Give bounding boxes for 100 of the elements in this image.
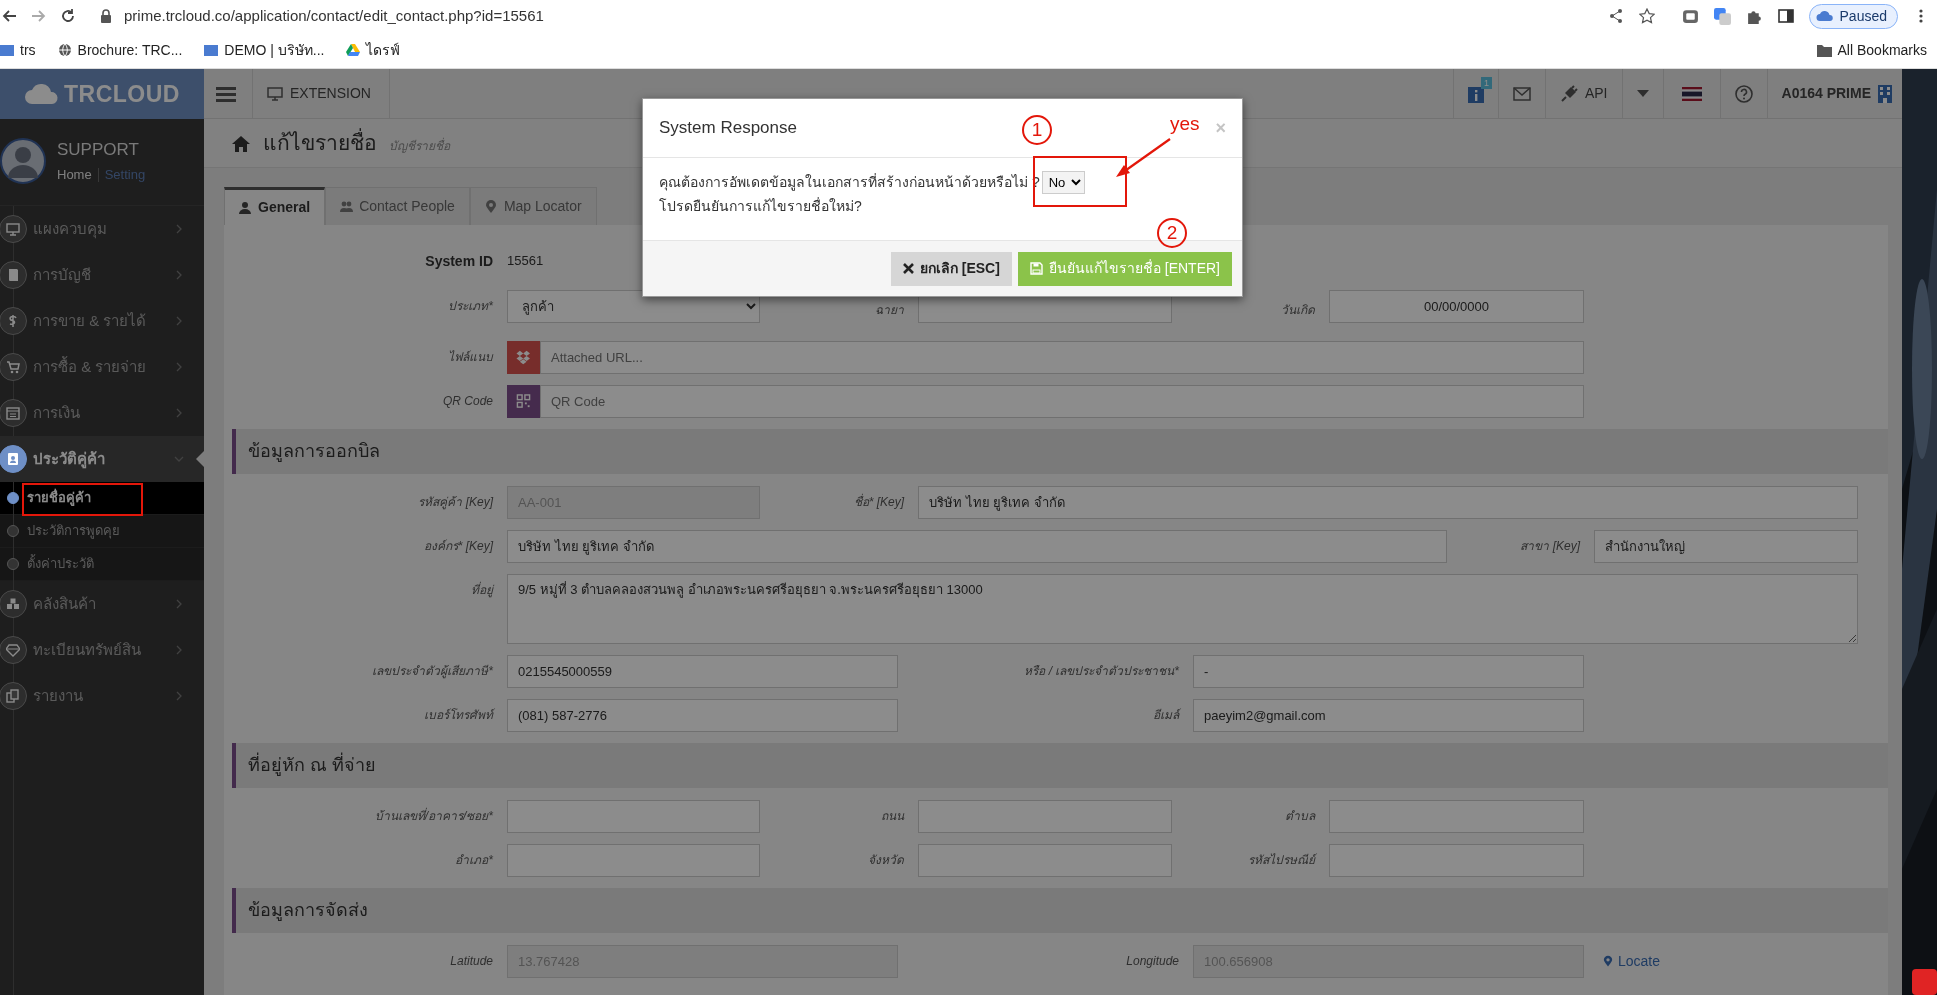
chevron-right-icon — [174, 224, 184, 234]
reload-icon[interactable] — [60, 8, 76, 24]
mail-icon[interactable] — [1512, 86, 1531, 101]
cubes-icon — [6, 597, 20, 611]
field-label: Longitude — [1125, 953, 1179, 970]
globe-icon — [57, 43, 72, 57]
company-name[interactable]: A0164 PRIME — [1781, 83, 1871, 104]
chevron-right-icon — [174, 645, 184, 655]
field-label: ที่อยู่ — [470, 580, 493, 600]
logo-text: TRCLOUD — [64, 79, 180, 109]
textarea[interactable]: 9/5 หมู่ที่ 3 ตำบลคลองสวนพลู อำเภอพระนครศรีอยุธยา จ.พระนครศรีอยุธยา 13000 — [507, 574, 1858, 644]
dollar-icon — [6, 314, 20, 328]
attach-button[interactable] — [507, 341, 540, 374]
monitor-icon — [6, 222, 20, 236]
tab[interactable]: Map Locator — [469, 187, 597, 225]
input-field[interactable]: บริษัท ไทย ยูริเทค จำกัด — [507, 530, 1447, 563]
back-icon[interactable] — [2, 8, 18, 24]
locate-link[interactable]: Locate — [1603, 945, 1661, 978]
chevron-right-icon — [174, 362, 184, 372]
bookmark[interactable]: Brochure: TRC... — [57, 39, 183, 61]
sidebar-item[interactable]: แผงควบคุม — [0, 206, 204, 252]
tab[interactable]: Contact People — [325, 187, 470, 225]
step-number: 1 — [1022, 115, 1052, 145]
section-heading: ที่อยู่หัก ณ ที่จ่าย — [232, 743, 1888, 788]
bookmark[interactable]: All Bookmarks — [1816, 39, 1927, 61]
star-icon[interactable] — [1638, 8, 1655, 24]
field-label: วันเกิด — [1280, 302, 1315, 319]
field-label: อำเภอ* — [454, 852, 493, 869]
sidebar-item[interactable]: การบัญชี — [0, 252, 204, 298]
page-title: แก้ไขรายชื่อ — [263, 127, 377, 159]
profile-button[interactable]: Paused — [1808, 3, 1898, 29]
input-field[interactable]: paeyim2@gmail.com — [1193, 699, 1584, 732]
extension-link[interactable]: EXTENSION — [253, 69, 390, 118]
input-field[interactable]: QR Code — [540, 385, 1584, 418]
qr-button[interactable] — [507, 385, 540, 418]
input-field[interactable]: บริษัท ไทย ยูริเทค จำกัด — [918, 486, 1858, 519]
section-heading: ข้อมูลการจัดส่ง — [232, 888, 1888, 933]
input-field[interactable]: (081) 587-2776 — [507, 699, 898, 732]
more-icon[interactable] — [1919, 8, 1923, 24]
folder-icon — [1816, 43, 1832, 57]
side-panel-icon[interactable] — [1777, 8, 1794, 24]
dropbox-icon — [516, 350, 531, 365]
input-field[interactable] — [918, 800, 1172, 833]
field-label: บ้านเลขที่/อาคาร/ซอย* — [373, 806, 493, 825]
share-icon[interactable] — [1607, 8, 1624, 24]
field-label: จังหวัด — [867, 852, 904, 869]
sidebar-item[interactable]: ประวัติคู่ค้า — [0, 436, 204, 482]
input-field[interactable] — [1329, 844, 1584, 877]
annotation-arrow — [1114, 137, 1172, 179]
input-field[interactable]: - — [1193, 655, 1584, 688]
input-field[interactable]: สำนักงานใหญ่ — [1594, 530, 1858, 563]
chevron-right-icon — [174, 316, 184, 326]
field-label: รหัสไปรษณีย์ — [1247, 852, 1315, 869]
diamond-icon — [6, 643, 20, 657]
field-label: ฉายา — [874, 302, 904, 319]
field-value: 15561 — [507, 252, 544, 271]
sidebar-item[interactable]: การเงิน — [0, 390, 204, 436]
api-link[interactable]: API — [1544, 69, 1622, 118]
input-field[interactable] — [918, 844, 1172, 877]
bookmark[interactable]: DEMO | บริษัท... — [204, 39, 325, 61]
info-icon[interactable] — [1467, 84, 1484, 103]
sidebar-item[interactable]: การซื้อ & รายจ่าย — [0, 344, 204, 390]
answer-select[interactable]: No — [1041, 170, 1085, 194]
input-field[interactable]: Attached URL... — [540, 341, 1584, 374]
field-label: ถนน — [880, 808, 904, 825]
input-field[interactable] — [507, 844, 760, 877]
home-icon[interactable] — [231, 134, 251, 152]
map-pin-icon — [484, 200, 498, 213]
submenu-item[interactable]: รายชื่อคู่ค้า — [0, 482, 204, 515]
field-label: ไฟล์แนบ — [447, 349, 493, 366]
sidebar-item[interactable]: คลังสินค้า — [0, 581, 204, 627]
url-text[interactable]: prime.trcloud.co/application/contact/edit_contact.php?id=15561 — [124, 4, 544, 28]
input-field[interactable] — [1329, 800, 1584, 833]
input-field[interactable]: 0215545000559 — [507, 655, 898, 688]
folder-icon — [0, 43, 14, 57]
field-label: หรือ / เลขประจำตัวประชาชน* — [1023, 663, 1179, 680]
bookmark[interactable]: ไดรฟ์ — [346, 39, 401, 61]
input-field[interactable]: 00/00/0000 — [1329, 290, 1584, 323]
help-icon[interactable] — [1734, 84, 1753, 103]
field-label: องค์กร* [Key] — [422, 538, 493, 555]
flag-icon[interactable] — [1681, 86, 1702, 101]
book-icon — [6, 268, 20, 282]
field-label: เลขประจำตัวผู้เสียภาษี* — [371, 663, 493, 681]
copy-icon — [6, 689, 20, 703]
input-field[interactable] — [507, 800, 760, 833]
forward-icon[interactable] — [30, 8, 46, 24]
cancel-button[interactable]: ยกเลิก [ESC] — [890, 251, 1012, 286]
menu-icon[interactable] — [216, 85, 236, 102]
calendar-icon — [6, 406, 20, 420]
home-link[interactable]: Home — [57, 165, 92, 185]
drive-icon — [346, 43, 361, 57]
sidebar-item[interactable]: การขาย & รายได้ — [0, 298, 204, 344]
tab[interactable]: General — [224, 187, 326, 225]
sidebar-item[interactable]: รายงาน — [0, 673, 204, 719]
bookmark[interactable]: trs — [0, 39, 36, 61]
field-label: ประเภท* — [447, 298, 493, 315]
caret-icon[interactable] — [1636, 89, 1649, 98]
field-label: เบอร์โทรศัพท์ — [423, 707, 493, 724]
sidebar-item[interactable]: ทะเบียนทรัพย์สิน — [0, 627, 204, 673]
chevron-right-icon — [174, 599, 184, 609]
